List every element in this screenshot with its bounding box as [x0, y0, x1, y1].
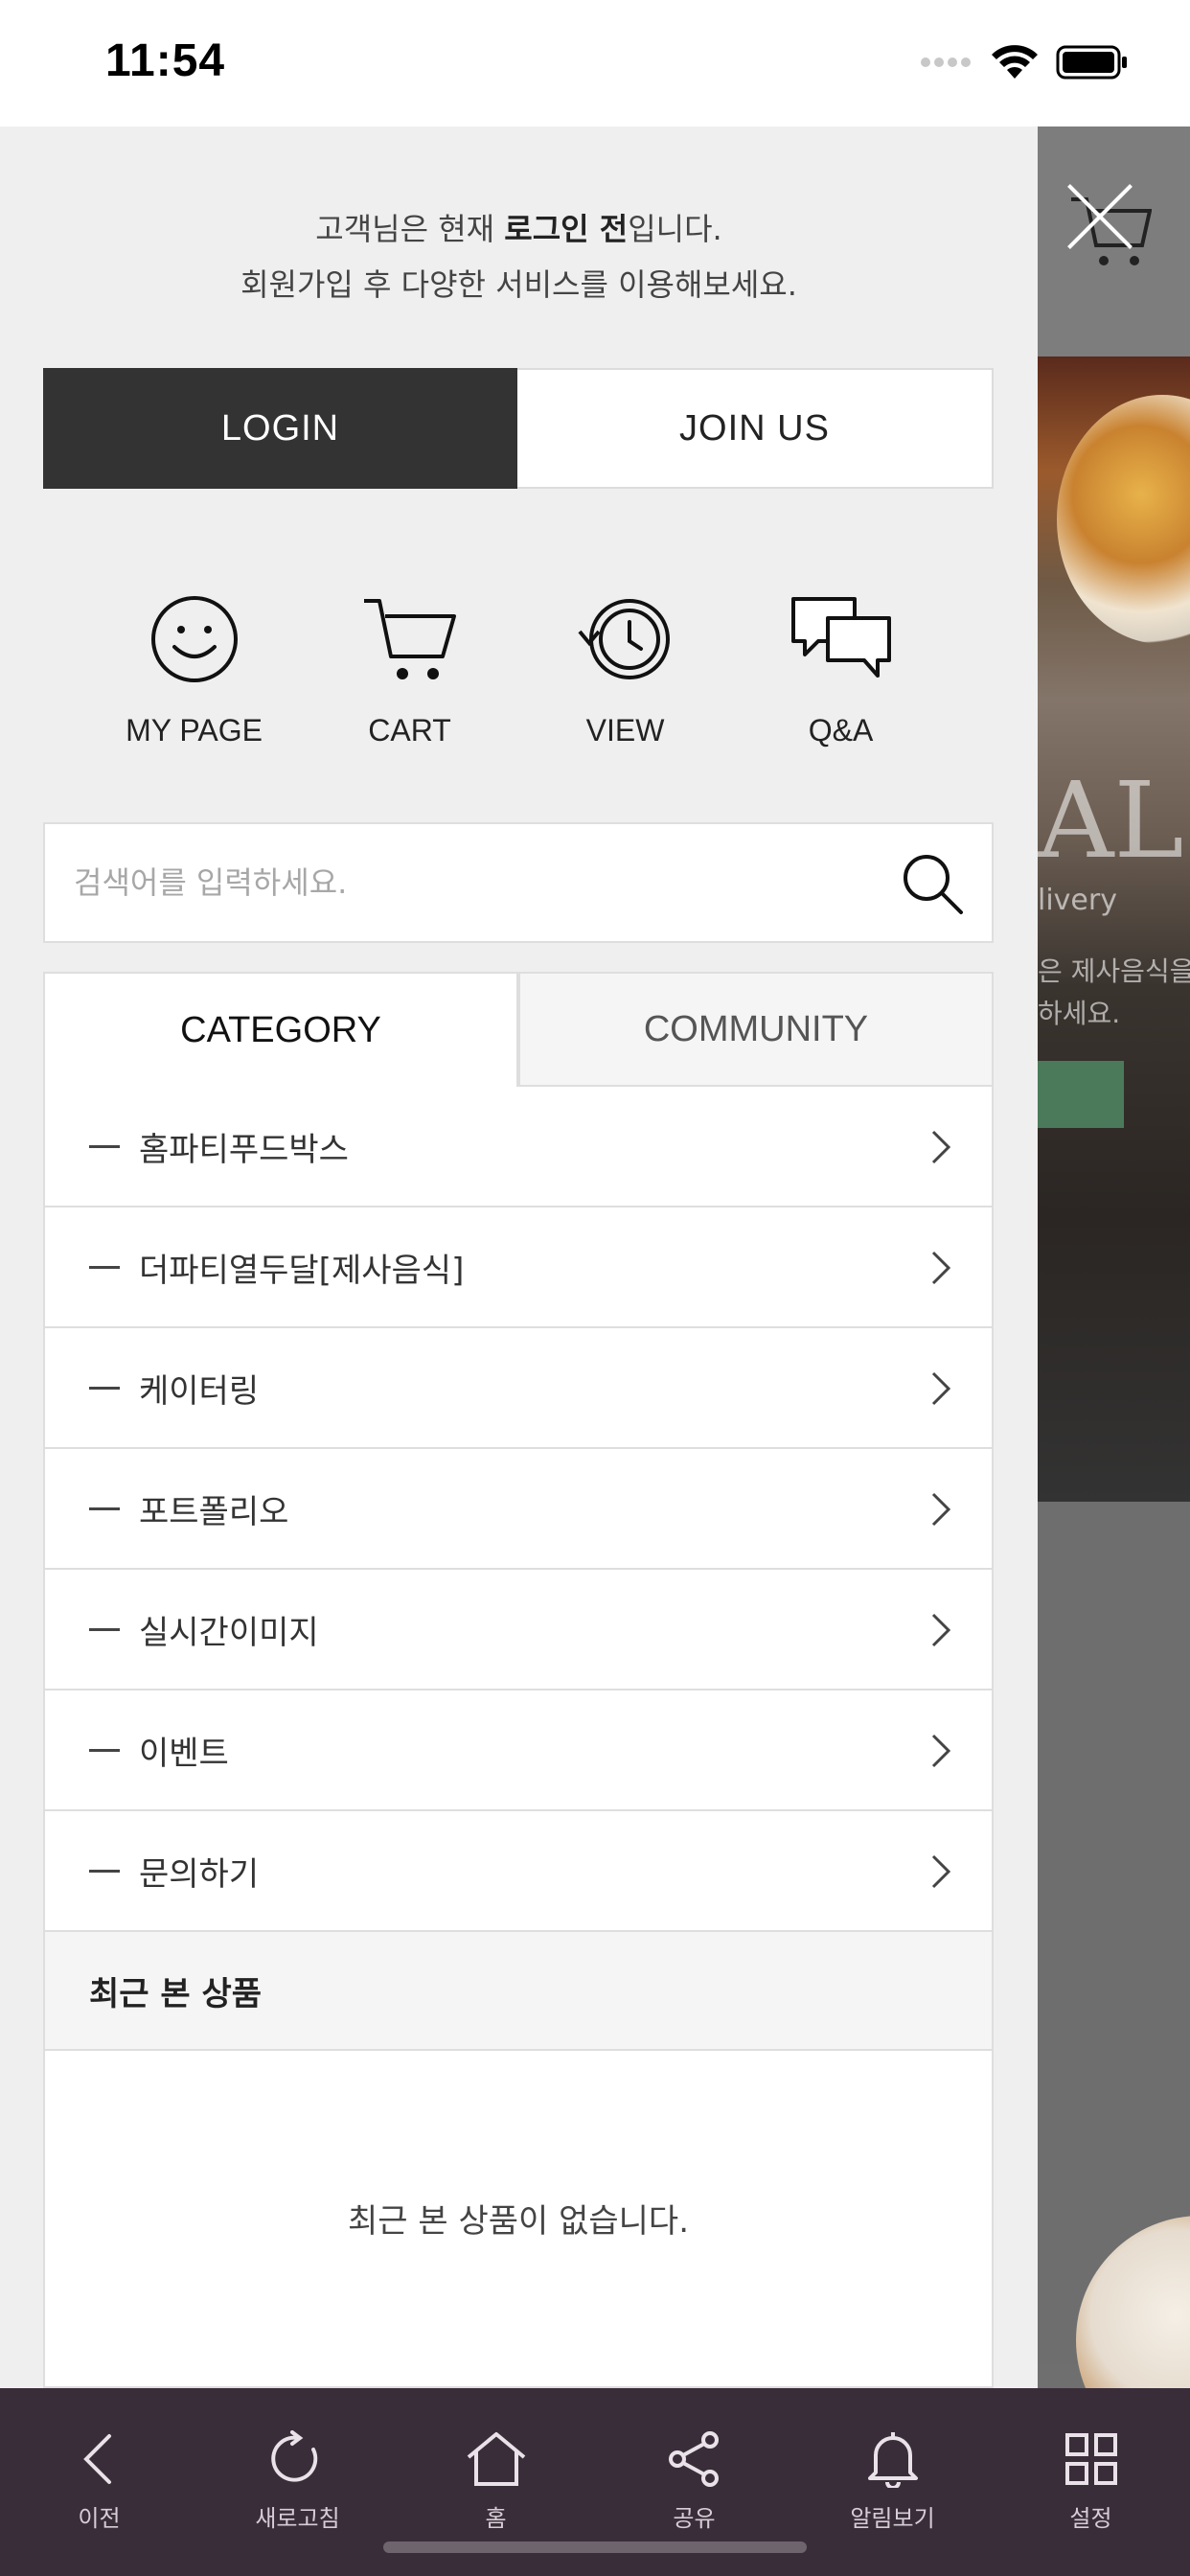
category-item[interactable]: 이벤트: [43, 1690, 994, 1811]
notice-bold: 로그인 전: [504, 211, 629, 247]
hero-text-fragment: 은 제사음식을 하세요.: [1038, 951, 1190, 1035]
tab-category[interactable]: CATEGORY: [43, 972, 518, 1087]
category-label: 포트폴리오: [139, 1492, 289, 1531]
status-icons: [920, 44, 1129, 80]
refresh-icon: [270, 2430, 317, 2482]
signal-icon: [921, 58, 971, 67]
toolbar-label: 홈: [485, 2505, 507, 2532]
category-label: 케이터링: [139, 1371, 260, 1411]
dash-icon: [89, 1869, 120, 1873]
food-plate-image: [1057, 395, 1190, 644]
category-label: 홈파티푸드박스: [139, 1130, 349, 1169]
back-chevron-icon: [82, 2434, 111, 2484]
background-hero-image: [1038, 356, 1190, 1502]
toolbar-refresh-button[interactable]: 새로고침: [198, 2388, 397, 2576]
home-icon: [467, 2432, 525, 2486]
status-time: 11:54: [105, 35, 226, 86]
share-icon: [668, 2431, 719, 2487]
category-item[interactable]: 홈파티푸드박스: [43, 1087, 994, 1208]
chevron-right-icon: [931, 1251, 951, 1285]
bell-icon: [867, 2432, 918, 2488]
quick-link-label: VIEW: [585, 713, 665, 748]
hero-cta-button: [1038, 1061, 1124, 1128]
side-drawer: 고객님은 현재 로그인 전입니다. 회원가입 후 다양한 서비스를 이용해보세요…: [0, 126, 1038, 2388]
category-item[interactable]: 문의하기: [43, 1811, 994, 1932]
join-button[interactable]: JOIN US: [517, 368, 994, 489]
notice-suffix: 입니다.: [628, 211, 722, 247]
chevron-right-icon: [931, 1613, 951, 1647]
grid-icon: [1064, 2433, 1117, 2485]
dash-icon: [89, 1506, 120, 1510]
dash-icon: [89, 1748, 120, 1752]
category-item[interactable]: 케이터링: [43, 1328, 994, 1449]
toolbar-label: 새로고침: [255, 2505, 340, 2532]
toolbar-label: 이전: [78, 2505, 121, 2532]
dash-icon: [89, 1386, 120, 1390]
search-icon[interactable]: [902, 853, 965, 916]
quick-link-qna[interactable]: Q&A: [733, 586, 949, 759]
quick-links: MY PAGE CART VIEW Q&A: [86, 586, 949, 759]
recent-products-empty-text: 최근 본 상품이 없습니다.: [347, 2202, 690, 2241]
category-item[interactable]: 실시간이미지: [43, 1570, 994, 1690]
chevron-right-icon: [931, 1854, 951, 1889]
smiley-icon: [150, 596, 238, 682]
chevron-right-icon: [931, 1492, 951, 1527]
background-page: AL livery 은 제사음식을 하세요.: [1038, 126, 1190, 2388]
chevron-right-icon: [931, 1130, 951, 1164]
dash-icon: [89, 1265, 120, 1269]
chevron-right-icon: [931, 1371, 951, 1406]
quick-link-label: CART: [368, 713, 451, 748]
toolbar-back-button[interactable]: 이전: [0, 2388, 198, 2576]
search-input[interactable]: [74, 824, 879, 941]
chat-bubbles-icon: [790, 597, 891, 678]
login-notice: 고객님은 현재 로그인 전입니다. 회원가입 후 다양한 서비스를 이용해보세요…: [0, 201, 1038, 312]
category-label: 실시간이미지: [139, 1613, 319, 1652]
wifi-icon: [992, 45, 1038, 79]
tab-community[interactable]: COMMUNITY: [518, 972, 994, 1087]
hero-subtitle-fragment: livery: [1038, 884, 1117, 917]
category-item[interactable]: 포트폴리오: [43, 1449, 994, 1570]
hero-title-fragment: AL: [1038, 759, 1184, 882]
notice-prefix: 고객님은 현재: [315, 211, 505, 247]
close-drawer-button[interactable]: [1062, 178, 1138, 255]
recent-products-header: 최근 본 상품: [43, 1932, 994, 2051]
toolbar-label: 설정: [1069, 2505, 1112, 2532]
toolbar-label: 알림보기: [850, 2505, 935, 2532]
status-bar: 11:54: [0, 0, 1190, 126]
recent-products-title: 최근 본 상품: [89, 1974, 263, 2013]
toolbar-settings-button[interactable]: 설정: [992, 2388, 1190, 2576]
toolbar-notification-button[interactable]: 알림보기: [793, 2388, 992, 2576]
quick-link-label: MY PAGE: [126, 713, 263, 748]
history-clock-icon: [577, 599, 670, 679]
toolbar-label: 공유: [673, 2505, 716, 2532]
category-label: 더파티열두달[제사음식]: [139, 1251, 465, 1290]
login-button[interactable]: LOGIN: [43, 368, 517, 489]
battery-icon: [1056, 45, 1127, 80]
dash-icon: [89, 1627, 120, 1631]
hero-text-line-1: 은 제사음식을: [1038, 955, 1190, 987]
login-notice-line-1: 고객님은 현재 로그인 전입니다.: [0, 201, 1038, 257]
chevron-right-icon: [931, 1734, 951, 1768]
quick-link-cart[interactable]: CART: [302, 586, 517, 759]
category-label: 문의하기: [139, 1854, 260, 1894]
recent-products-panel: 최근 본 상품이 없습니다.: [43, 2051, 994, 2388]
quick-link-label: Q&A: [808, 713, 874, 748]
cart-icon: [363, 599, 456, 679]
search-box: [43, 822, 994, 943]
category-list: 홈파티푸드박스 더파티열두달[제사음식] 케이터링 포트폴리오 실시간이미지 이…: [43, 1087, 994, 1932]
quick-link-my-page[interactable]: MY PAGE: [86, 586, 302, 759]
login-notice-line-2: 회원가입 후 다양한 서비스를 이용해보세요.: [240, 266, 797, 303]
category-item[interactable]: 더파티열두달[제사음식]: [43, 1208, 994, 1328]
auth-buttons: LOGIN JOIN US: [43, 368, 994, 489]
quick-link-view[interactable]: VIEW: [517, 586, 733, 759]
dash-icon: [89, 1144, 120, 1148]
hero-text-line-2: 하세요.: [1038, 998, 1121, 1029]
category-label: 이벤트: [139, 1734, 229, 1773]
home-indicator[interactable]: [383, 2542, 807, 2553]
menu-tabs: CATEGORY COMMUNITY: [43, 972, 994, 1087]
